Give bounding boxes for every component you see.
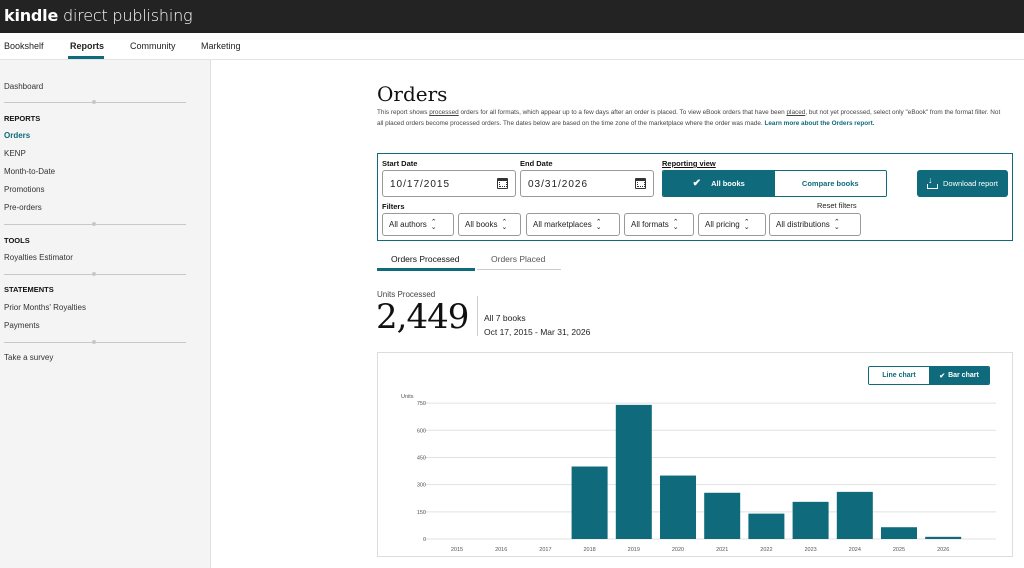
- y-axis-label: Units: [401, 394, 414, 400]
- tab-active-indicator: [377, 268, 475, 271]
- bar-2018: [571, 466, 608, 539]
- x-tick-label: 2017: [539, 547, 551, 553]
- calendar-icon[interactable]: [497, 178, 508, 189]
- kdp-logo[interactable]: kindle direct publishing: [4, 6, 193, 25]
- summary-date-range: Oct 17, 2015 - Mar 31, 2026: [484, 327, 591, 337]
- filter-panel: Start Date 10/17/2015 End Date 03/31/202…: [377, 153, 1013, 241]
- learn-more-link[interactable]: Learn more about the Orders report.: [764, 120, 874, 127]
- placed-link[interactable]: placed: [786, 109, 805, 116]
- sidebar-heading-tools: TOOLS: [4, 236, 30, 245]
- x-tick-label: 2024: [849, 547, 861, 553]
- y-tick-label: 150: [417, 510, 426, 516]
- sidebar-item-take-survey[interactable]: Take a survey: [4, 353, 53, 362]
- start-date-input[interactable]: 10/17/2015: [382, 170, 516, 197]
- sidebar-divider: [4, 222, 186, 226]
- x-tick-label: 2021: [716, 547, 728, 553]
- chart-container: Line chart ✔ Bar chart Units 0 150 300 450 600…: [377, 352, 1013, 557]
- reporting-view-toggle: ✔ All books Compare books: [662, 170, 887, 197]
- nav-active-indicator: [68, 56, 104, 59]
- sidebar-item-kenp[interactable]: KENP: [4, 149, 26, 158]
- x-tick-label: 2020: [672, 547, 684, 553]
- bar-2020: [660, 475, 696, 539]
- y-tick-label: 300: [417, 483, 426, 489]
- chevron-updown-icon: ⌃ ⌄: [672, 219, 679, 231]
- x-tick-label: 2022: [760, 547, 772, 553]
- chevron-updown-icon: ⌃ ⌄: [501, 219, 508, 231]
- tab-orders-placed[interactable]: Orders Placed: [491, 254, 545, 264]
- nav-bookshelf[interactable]: Bookshelf: [4, 41, 44, 51]
- bar-2021: [704, 492, 741, 539]
- all-books-option[interactable]: ✔ All books: [663, 171, 775, 196]
- nav-community[interactable]: Community: [130, 41, 176, 51]
- bar-2022: [748, 513, 785, 539]
- sidebar-item-payments[interactable]: Payments: [4, 321, 40, 330]
- bar-2025: [881, 527, 917, 539]
- x-tick-label: 2015: [451, 547, 463, 553]
- sidebar-divider: [4, 272, 186, 276]
- download-report-button[interactable]: Download report: [917, 170, 1008, 197]
- x-tick-label: 2023: [804, 547, 816, 553]
- x-tick-label: 2019: [628, 547, 640, 553]
- sidebar-divider: [4, 340, 186, 344]
- end-date-label: End Date: [520, 159, 553, 168]
- y-tick-label: 750: [417, 401, 426, 407]
- sidebar: Dashboard REPORTS Orders KENP Month-to-D…: [0, 60, 211, 568]
- nav-reports[interactable]: Reports: [70, 41, 104, 51]
- check-icon: ✔: [692, 178, 702, 189]
- bar-2024: [836, 491, 873, 539]
- distributions-select[interactable]: All distributions ⌃ ⌄: [769, 213, 861, 236]
- filters-label: Filters: [382, 202, 405, 211]
- chevron-updown-icon: ⌃ ⌄: [430, 219, 437, 231]
- chevron-updown-icon: ⌃ ⌄: [743, 219, 750, 231]
- calendar-icon[interactable]: [635, 178, 646, 189]
- y-tick-label: 450: [417, 455, 426, 461]
- processed-link[interactable]: processed: [429, 109, 459, 116]
- sidebar-item-promotions[interactable]: Promotions: [4, 185, 44, 194]
- bar-2023: [792, 501, 829, 539]
- authors-select[interactable]: All authors ⌃ ⌄: [382, 213, 454, 236]
- pricing-select[interactable]: All pricing ⌃ ⌄: [698, 213, 766, 236]
- chevron-updown-icon: ⌃ ⌄: [833, 219, 840, 231]
- summary-books: All 7 books: [484, 313, 526, 323]
- reset-filters-link[interactable]: Reset filters: [817, 201, 857, 210]
- summary-divider: [477, 296, 478, 336]
- start-date-label: Start Date: [382, 159, 418, 168]
- main-nav: Bookshelf Reports Community Marketing: [0, 33, 1024, 60]
- units-processed-value: 2,449: [376, 297, 469, 337]
- compare-books-option[interactable]: Compare books: [774, 171, 886, 196]
- sidebar-item-prior-months-royalties[interactable]: Prior Months' Royalties: [4, 303, 86, 312]
- page-description: This report shows processed orders for a…: [377, 109, 1001, 127]
- marketplaces-select[interactable]: All marketplaces ⌃ ⌄: [526, 213, 620, 236]
- tab-underline: [477, 269, 561, 270]
- books-select[interactable]: All books ⌃ ⌄: [458, 213, 521, 236]
- page-title: Orders: [377, 82, 448, 106]
- bar-2026: [925, 536, 962, 539]
- sidebar-item-orders[interactable]: Orders: [4, 131, 30, 140]
- sidebar-heading-statements: STATEMENTS: [4, 285, 54, 294]
- top-bar: kindle direct publishing: [0, 0, 1024, 33]
- tab-orders-processed[interactable]: Orders Processed: [391, 254, 460, 264]
- chevron-updown-icon: ⌃ ⌄: [595, 219, 602, 231]
- formats-select[interactable]: All formats ⌃ ⌄: [624, 213, 694, 236]
- bar-2019: [615, 404, 652, 539]
- sidebar-item-dashboard[interactable]: Dashboard: [4, 82, 43, 91]
- download-icon: [926, 175, 938, 189]
- sidebar-item-month-to-date[interactable]: Month-to-Date: [4, 167, 55, 176]
- reporting-view-label: Reporting view: [662, 159, 716, 168]
- sidebar-item-royalties-estimator[interactable]: Royalties Estimator: [4, 253, 73, 262]
- orders-bar-chart: Units 0 150 300 450 600 750 2015 2016 2017 2018 201…: [401, 394, 996, 553]
- x-tick-label: 2016: [495, 547, 507, 553]
- sidebar-heading-reports: REPORTS: [4, 114, 41, 123]
- x-tick-label: 2018: [583, 547, 595, 553]
- x-tick-label: 2025: [893, 547, 905, 553]
- x-tick-label: 2026: [937, 547, 949, 553]
- sidebar-divider: [4, 100, 186, 104]
- sidebar-item-pre-orders[interactable]: Pre-orders: [4, 203, 42, 212]
- y-tick-label: 0: [423, 537, 426, 543]
- y-tick-label: 600: [417, 428, 426, 434]
- nav-marketing[interactable]: Marketing: [201, 41, 241, 51]
- end-date-input[interactable]: 03/31/2026: [520, 170, 654, 197]
